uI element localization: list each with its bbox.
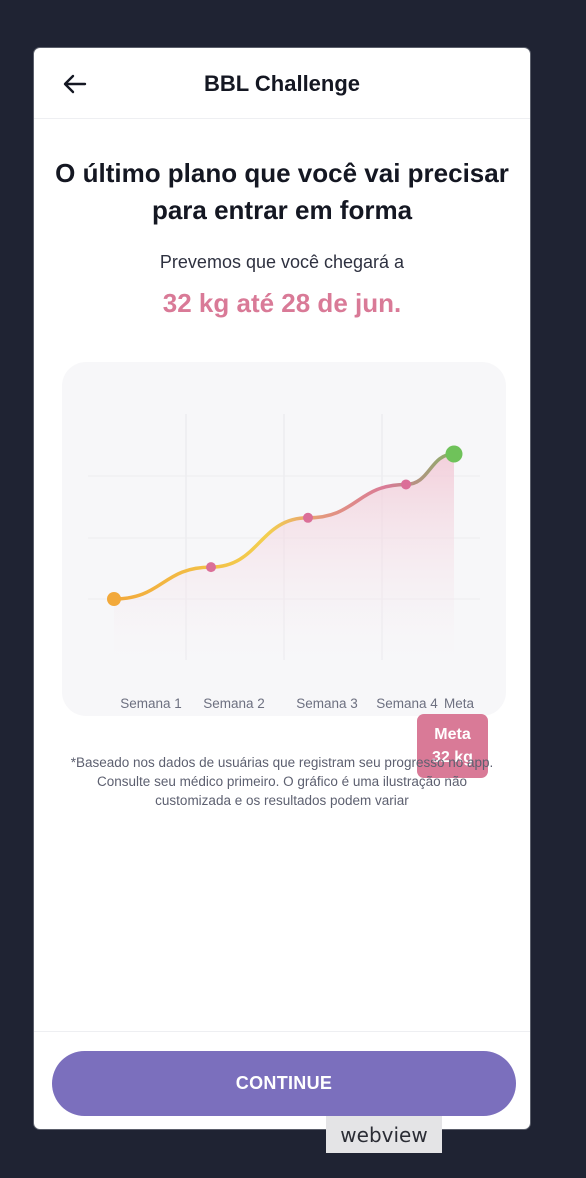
target-weight-date: 32 kg até 28 de jun. (162, 288, 402, 318)
disclaimer-text: *Baseado nos dados de usuárias que regis… (70, 755, 494, 808)
x-tick-label: Meta (443, 696, 475, 711)
x-tick-label: Semana 2 (203, 696, 265, 711)
x-tick-label: Semana 1 (120, 696, 182, 711)
chart-start-point (107, 592, 121, 606)
x-tick-label: Semana 3 (296, 696, 358, 711)
webview-label: webview (326, 1116, 442, 1153)
chart-point (206, 562, 216, 573)
continue-button[interactable]: CONTINUE (52, 1051, 516, 1116)
prediction-subtitle: Prevemos que você chegará a (159, 252, 405, 272)
headline: O último plano que você vai precisar par… (55, 158, 509, 225)
chart-goal-point (445, 445, 463, 463)
x-tick-label: Semana 4 (376, 696, 438, 711)
x-axis-labels: Semana 1 Semana 2 Semana 3 Semana 4 Meta (62, 696, 506, 716)
chart-point (303, 512, 313, 523)
progress-chart: Semana 1 Semana 2 Semana 3 Semana 4 Meta Met… (62, 362, 506, 778)
app-screen: BBL Challenge O último plano que você va… (33, 47, 531, 1130)
footer: CONTINUE (34, 1031, 530, 1129)
header: BBL Challenge (34, 48, 530, 119)
page-title: BBL Challenge (203, 71, 361, 96)
chart-svg (88, 414, 480, 660)
chart-point (401, 479, 411, 490)
tooltip-label: Meta (434, 726, 471, 743)
